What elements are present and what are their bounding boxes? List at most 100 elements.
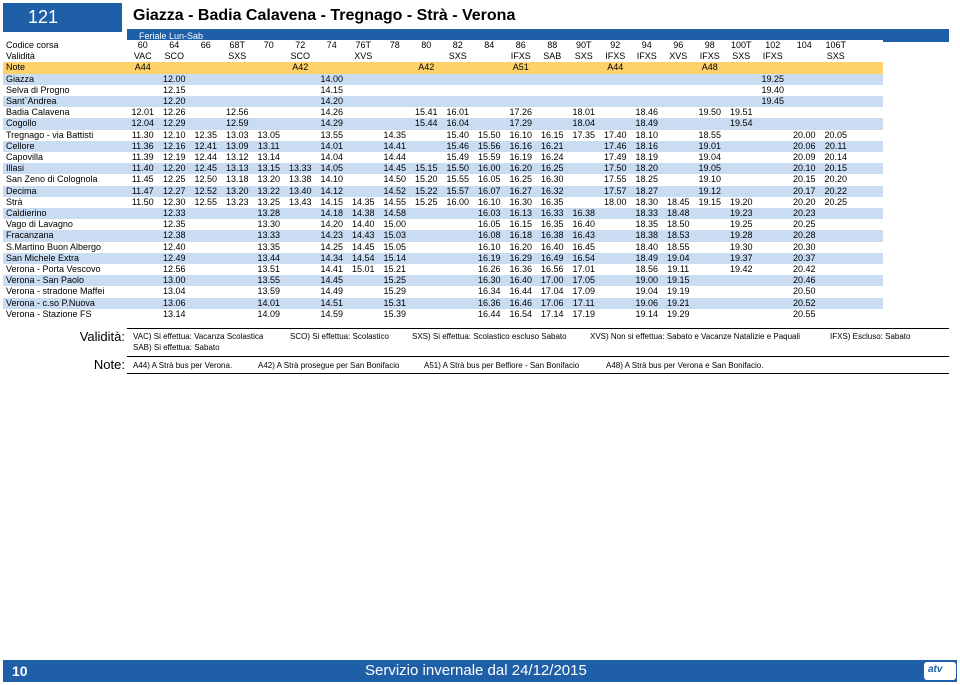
stop-name: Illasi — [3, 163, 127, 175]
cell: 15.41 — [410, 107, 442, 119]
cell — [221, 286, 253, 298]
cell: 12.50 — [190, 174, 222, 186]
cell: 17.50 — [599, 163, 631, 175]
cell — [284, 140, 316, 153]
cell: 12.26 — [158, 107, 190, 119]
stop-name: Tregnago - via Battisti — [3, 129, 127, 141]
cell: 13.43 — [284, 196, 316, 209]
cell: 19.04 — [631, 286, 663, 298]
cell — [851, 73, 883, 85]
cell — [568, 140, 600, 153]
cell — [757, 163, 789, 175]
cell: 19.45 — [757, 96, 789, 108]
cell — [284, 252, 316, 265]
cell: 11.50 — [127, 196, 159, 209]
cell — [505, 96, 537, 108]
cell: 19.19 — [662, 286, 694, 298]
cell: 13.05 — [253, 129, 285, 141]
cell: 19.06 — [631, 297, 663, 309]
cell: 16.40 — [568, 219, 600, 231]
cell: 18.35 — [631, 219, 663, 231]
cell — [851, 51, 883, 63]
cell: 12.15 — [158, 84, 190, 97]
cell: 18.20 — [631, 163, 663, 175]
cell: 12.35 — [190, 129, 222, 141]
cell: 64 — [158, 40, 190, 52]
cell — [473, 51, 505, 63]
cell — [253, 62, 285, 74]
cell — [347, 297, 379, 309]
cell: 20.25 — [788, 219, 820, 231]
cell — [820, 96, 852, 108]
cell — [347, 308, 379, 321]
cell: 12.55 — [190, 196, 222, 209]
cell — [284, 96, 316, 108]
cell: 14.54 — [347, 252, 379, 265]
cell — [347, 129, 379, 141]
cell — [347, 140, 379, 153]
cell: 14.40 — [347, 219, 379, 231]
stop-name: Verona - San Paolo — [3, 275, 127, 287]
cell: 13.38 — [284, 174, 316, 186]
cell — [757, 174, 789, 186]
cell: 15.00 — [379, 219, 411, 231]
cell — [127, 275, 159, 287]
cell — [599, 308, 631, 321]
cell: 15.03 — [379, 230, 411, 242]
stop-name: Verona - c.so P.Nuova — [3, 297, 127, 309]
cell — [190, 230, 222, 242]
stop-row: San Zeno di Colognola 11.45 12.25 12.50 13.1… — [3, 174, 883, 186]
cell: 13.35 — [253, 241, 285, 253]
cell — [221, 252, 253, 265]
cell: 66 — [190, 40, 222, 52]
footer-title: Servizio invernale dal 24/12/2015 — [365, 662, 587, 679]
cell: 12.56 — [221, 107, 253, 119]
cell — [284, 241, 316, 253]
cell — [347, 96, 379, 108]
cell: 16.19 — [505, 152, 537, 164]
course-code-row: Codice corsa 60 64 66 68T 70 72 74 76T 78 80 82 84 86… — [3, 40, 883, 52]
cell — [410, 73, 442, 85]
cell: 19.21 — [662, 297, 694, 309]
cell — [568, 196, 600, 209]
cell: 19.05 — [694, 163, 726, 175]
cell: SXS — [820, 51, 852, 63]
cell — [725, 286, 757, 298]
validity-legend-ifxs: IFXS) Escluso: Sabato — [830, 332, 911, 341]
cell — [442, 264, 474, 276]
cell — [631, 84, 663, 97]
cell — [379, 96, 411, 108]
cell: 20.30 — [788, 241, 820, 253]
cell: 20.22 — [820, 185, 852, 197]
cell: 12.00 — [158, 73, 190, 85]
cell — [851, 152, 883, 164]
cell: 16.16 — [505, 140, 537, 153]
cell — [284, 107, 316, 119]
cell: SXS — [725, 51, 757, 63]
cell: 16.36 — [473, 297, 505, 309]
cell — [820, 252, 852, 265]
cell — [221, 264, 253, 276]
cell: 80 — [410, 40, 442, 52]
stop-row: Vago di Lavagno 12.35 13.30 14.20 14.40 15.00… — [3, 219, 883, 231]
cell: 18.04 — [568, 118, 600, 130]
cell — [820, 264, 852, 276]
cell — [190, 275, 222, 287]
cell — [379, 51, 411, 63]
cell: 19.23 — [725, 208, 757, 220]
cell — [725, 140, 757, 153]
cell — [662, 163, 694, 175]
cell — [568, 73, 600, 85]
cell: 12.01 — [127, 107, 159, 119]
cell: 16.30 — [473, 275, 505, 287]
cell: 16.34 — [473, 286, 505, 298]
cell — [820, 73, 852, 85]
cell: 13.33 — [253, 230, 285, 242]
cell — [757, 241, 789, 253]
cell: 16.24 — [536, 152, 568, 164]
cell: 15.20 — [410, 174, 442, 186]
cell: 74 — [316, 40, 348, 52]
cell: 72 — [284, 40, 316, 52]
cell: 13.40 — [284, 185, 316, 197]
cell: 15.21 — [379, 264, 411, 276]
